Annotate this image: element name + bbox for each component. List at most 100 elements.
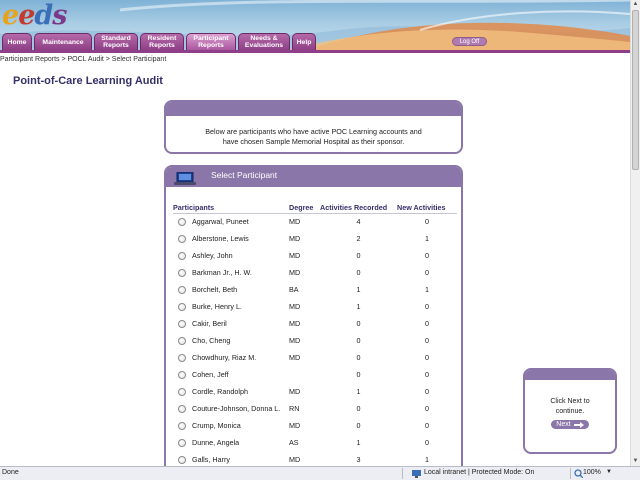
scroll-down-arrow-icon[interactable]: ▼ [631,457,640,466]
table-header-row: Participants Degree Activities Recorded … [173,202,457,214]
activities-recorded-cell: 0 [356,421,361,430]
degree-cell: MD [289,251,301,260]
security-zone-text[interactable]: Local intranet | Protected Mode: On [424,469,534,476]
next-button[interactable]: Next [551,420,589,429]
table-row[interactable]: Cho, Cheng MD 0 0 [173,332,457,349]
intranet-globe-icon [412,470,421,478]
participant-name: Couture-Johnson, Donna L. [192,403,281,413]
participant-cell: Crump, Monica [173,417,289,434]
participant-radio[interactable] [178,456,186,465]
degree-cell: MD [289,353,301,362]
activities-recorded-cell: 0 [356,268,361,277]
table-row[interactable]: Alberstone, Lewis MD 2 1 [173,230,457,247]
participant-radio[interactable] [178,354,186,363]
participant-radio[interactable] [178,235,186,244]
participant-name: Cohen, Jeff [192,369,229,379]
participant-cell: Couture-Johnson, Donna L. [173,400,289,417]
participant-radio[interactable] [178,320,186,329]
table-row[interactable]: Barkman Jr., H. W. MD 0 0 [173,264,457,281]
participant-name: Cho, Cheng [192,335,231,345]
participant-cell: Aggarwal, Puneet [173,213,289,230]
table-row[interactable]: Cohen, Jeff 0 0 [173,366,457,383]
degree-cell: AS [289,438,299,447]
nav-tab-home[interactable]: Home [2,33,32,50]
logout-button[interactable]: Log Off [452,37,487,46]
table-row[interactable]: Crump, Monica MD 0 0 [173,417,457,434]
participant-cell: Cho, Cheng [173,332,289,349]
participant-cell: Barkman Jr., H. W. [173,264,289,281]
degree-cell: BA [289,285,299,294]
column-header-new-activities[interactable]: New Activities [397,202,457,214]
nav-tab-help[interactable]: Help [292,33,316,50]
nav-tab-resident-reports[interactable]: Resident Reports [140,33,184,50]
column-header-participants[interactable]: Participants [173,202,289,214]
participant-radio[interactable] [178,252,186,261]
participant-name: Alberstone, Lewis [192,233,249,243]
browser-status-bar: Done Local intranet | Protected Mode: On… [0,466,640,480]
scrollbar-thumb[interactable] [632,10,639,170]
participant-radio[interactable] [178,439,186,448]
vertical-scrollbar[interactable]: ▲ ▼ [630,0,640,466]
participants-table: Participants Degree Activities Recorded … [173,202,457,468]
activities-recorded-cell: 1 [356,387,361,396]
activities-recorded-cell: 0 [356,404,361,413]
table-row[interactable]: Burke, Henry L. MD 1 0 [173,298,457,315]
degree-cell: MD [289,268,301,277]
new-activities-cell: 0 [425,370,429,379]
participant-radio[interactable] [178,371,186,380]
select-participant-title: Select Participant [211,170,278,180]
table-row[interactable]: Chowdhury, Riaz M. MD 0 0 [173,349,457,366]
nav-tab-needs-evaluations[interactable]: Needs & Evaluations [238,33,290,50]
table-row[interactable]: Cakir, Beril MD 0 0 [173,315,457,332]
participant-name: Dunne, Angela [192,437,240,447]
breadcrumb: Participant Reports > POCL Audit > Selec… [0,56,167,63]
participant-cell: Ashley, John [173,247,289,264]
status-separator [570,468,571,479]
header-divider [0,50,630,53]
nav-tab-standard-reports[interactable]: Standard Reports [94,33,138,50]
select-participant-header: Select Participant [166,167,461,187]
participant-radio[interactable] [178,405,186,414]
activities-recorded-cell: 0 [356,319,361,328]
participant-name: Cordle, Randolph [192,386,248,396]
participant-name: Barkman Jr., H. W. [192,267,252,277]
participant-radio[interactable] [178,269,186,278]
participant-radio[interactable] [178,218,186,227]
table-row[interactable]: Ashley, John MD 0 0 [173,247,457,264]
zoom-icon [574,469,583,478]
new-activities-cell: 0 [425,336,429,345]
next-panel-header [525,370,615,380]
table-row[interactable]: Couture-Johnson, Donna L. RN 0 0 [173,400,457,417]
new-activities-cell: 0 [425,319,429,328]
column-header-degree[interactable]: Degree [289,202,320,214]
page-title: Point-of-Care Learning Audit [13,75,163,87]
participant-name: Chowdhury, Riaz M. [192,352,257,362]
participant-radio[interactable] [178,337,186,346]
nav-tab-participant-reports[interactable]: Participant Reports [186,33,236,50]
participant-cell: Cordle, Randolph [173,383,289,400]
table-row[interactable]: Aggarwal, Puneet MD 4 0 [173,213,457,230]
next-message-line-2: continue. [555,408,585,415]
degree-cell: MD [289,234,301,243]
new-activities-cell: 0 [425,302,429,311]
participant-radio[interactable] [178,422,186,431]
eeds-logo[interactable]: eeds™ [2,0,71,31]
zoom-level[interactable]: 100% [583,469,601,476]
column-header-activities-recorded[interactable]: Activities Recorded [320,202,397,214]
table-row[interactable]: Borchelt, Beth BA 1 1 [173,281,457,298]
participant-radio[interactable] [178,388,186,397]
participant-radio[interactable] [178,286,186,295]
arrow-right-icon [573,421,584,428]
participant-cell: Cohen, Jeff [173,366,289,383]
intro-text-line-2: have chosen Sample Memorial Hospital as … [222,137,405,146]
activities-recorded-cell: 0 [356,353,361,362]
participant-radio[interactable] [178,303,186,312]
new-activities-cell: 1 [425,285,429,294]
nav-tab-maintenance[interactable]: Maintenance [34,33,92,50]
status-text: Done [2,469,19,476]
table-row[interactable]: Dunne, Angela AS 1 0 [173,434,457,451]
table-row[interactable]: Cordle, Randolph MD 1 0 [173,383,457,400]
scroll-up-arrow-icon[interactable]: ▲ [631,0,640,9]
activities-recorded-cell: 1 [356,285,361,294]
zoom-dropdown-icon[interactable]: ▼ [606,469,612,475]
